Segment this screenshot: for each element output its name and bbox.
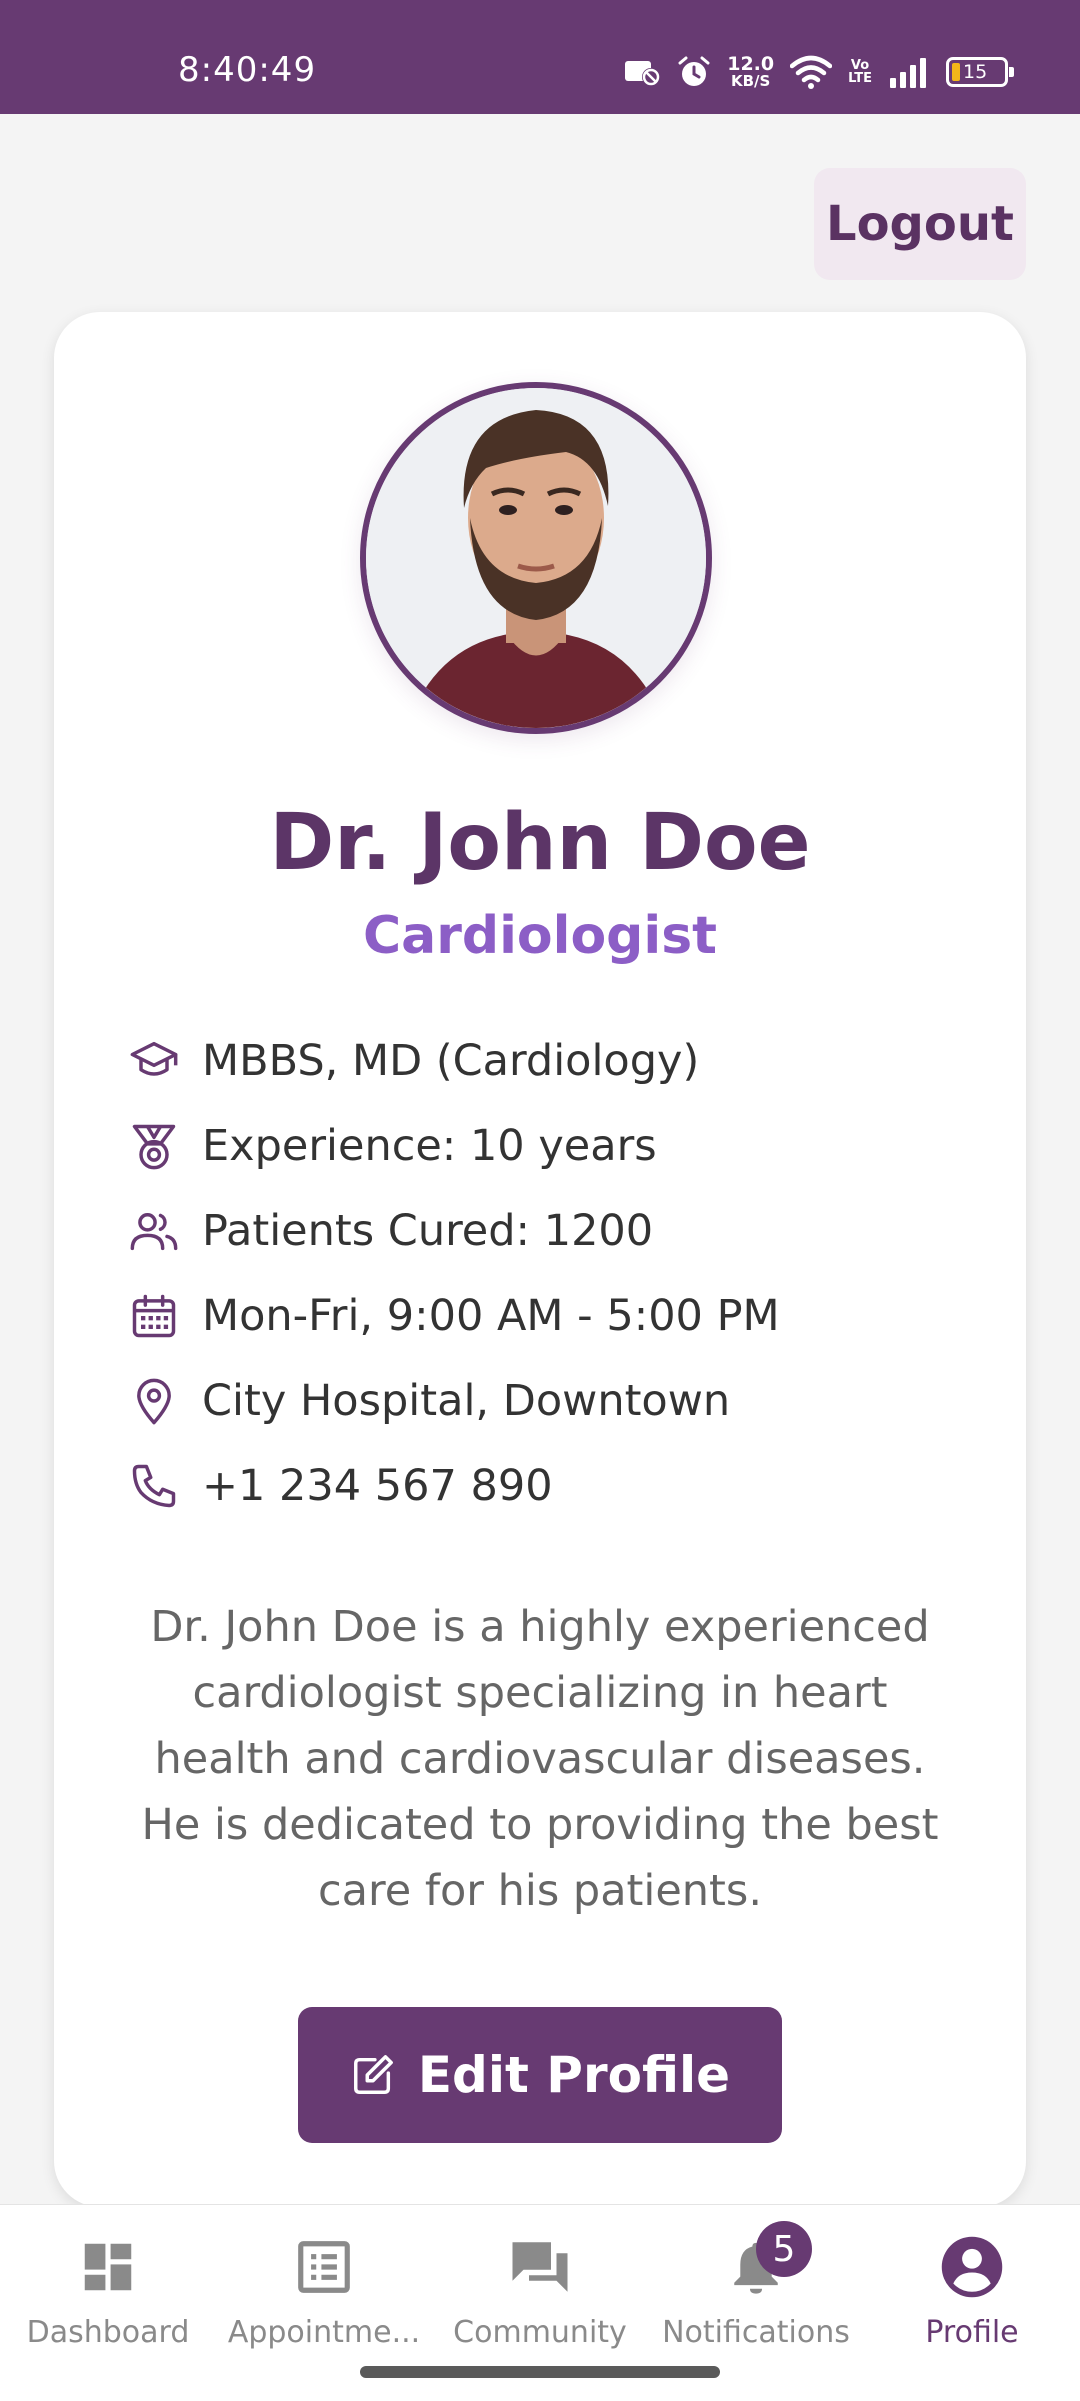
detail-location: City Hospital, Downtown	[126, 1358, 966, 1443]
graduation-cap-icon	[126, 1033, 182, 1089]
volte-bottom: LTE	[848, 71, 872, 86]
bell-icon: 5	[720, 2221, 812, 2303]
edit-profile-label: Edit Profile	[417, 2046, 731, 2104]
detail-text: Mon-Fri, 9:00 AM - 5:00 PM	[202, 1290, 780, 1341]
chat-icon	[504, 2231, 576, 2303]
detail-text: +1 234 567 890	[202, 1460, 553, 1511]
detail-text: MBBS, MD (Cardiology)	[202, 1035, 700, 1086]
nav-item-profile[interactable]: Profile	[864, 2205, 1080, 2385]
logout-button[interactable]: Logout	[814, 168, 1026, 280]
detail-qualification: MBBS, MD (Cardiology)	[126, 1018, 966, 1103]
nav-item-community[interactable]: Community	[432, 2205, 648, 2385]
signal-icon	[888, 56, 930, 88]
medal-icon	[126, 1118, 182, 1174]
detail-text: Patients Cured: 1200	[202, 1205, 654, 1256]
nav-label: Dashboard	[26, 2315, 190, 2350]
status-icons: 12.0 KB/S Vo LTE 15	[623, 50, 1014, 94]
notification-badge: 5	[756, 2221, 812, 2277]
avatar-photo	[366, 388, 706, 728]
battery-icon: 15	[946, 57, 1014, 87]
edit-profile-button[interactable]: Edit Profile	[298, 2007, 782, 2143]
sim-card-icon	[623, 57, 661, 87]
doctor-specialty: Cardiologist	[362, 906, 718, 966]
nav-label: Community	[453, 2315, 627, 2350]
detail-schedule: Mon-Fri, 9:00 AM - 5:00 PM	[126, 1273, 966, 1358]
map-pin-icon	[126, 1373, 182, 1429]
details-list: MBBS, MD (Cardiology) Experience: 10 yea…	[126, 1018, 966, 1528]
calendar-icon	[126, 1288, 182, 1344]
phone-icon	[126, 1458, 182, 1514]
detail-patients: Patients Cured: 1200	[126, 1188, 966, 1273]
avatar	[360, 382, 712, 734]
nav-item-notifications[interactable]: 5 Notifications	[648, 2205, 864, 2385]
nav-label: Appointme...	[227, 2315, 421, 2350]
doctor-name: Dr. John Doe	[269, 798, 811, 888]
doctor-bio: Dr. John Doe is a highly experienced car…	[141, 1602, 939, 1916]
volte-indicator: Vo LTE	[848, 59, 872, 85]
battery-level	[952, 63, 960, 81]
battery-percent: 15	[963, 61, 988, 83]
network-speed-unit: KB/S	[730, 72, 771, 90]
detail-experience: Experience: 10 years	[126, 1103, 966, 1188]
home-indicator[interactable]	[360, 2366, 720, 2378]
nav-item-appointments[interactable]: Appointme...	[216, 2205, 432, 2385]
dashboard-icon	[72, 2231, 144, 2303]
alarm-icon	[677, 55, 711, 89]
status-bar: 8:40:49 12.0 KB/S Vo LTE 15	[0, 0, 1080, 114]
nav-item-dashboard[interactable]: Dashboard	[0, 2205, 216, 2385]
profile-card: Dr. John Doe Cardiologist MBBS, MD (Card…	[54, 312, 1026, 2207]
account-circle-icon	[936, 2231, 1008, 2303]
status-time: 8:40:49	[178, 50, 317, 90]
nav-label: Profile	[925, 2315, 1019, 2350]
wifi-icon	[790, 55, 833, 89]
network-speed: 12.0 KB/S	[727, 55, 774, 89]
detail-phone: +1 234 567 890	[126, 1443, 966, 1528]
nav-label: Notifications	[662, 2315, 850, 2350]
edit-icon	[353, 2055, 393, 2094]
list-icon	[288, 2231, 360, 2303]
detail-text: Experience: 10 years	[202, 1120, 657, 1171]
users-icon	[126, 1203, 182, 1259]
detail-text: City Hospital, Downtown	[202, 1375, 731, 1426]
